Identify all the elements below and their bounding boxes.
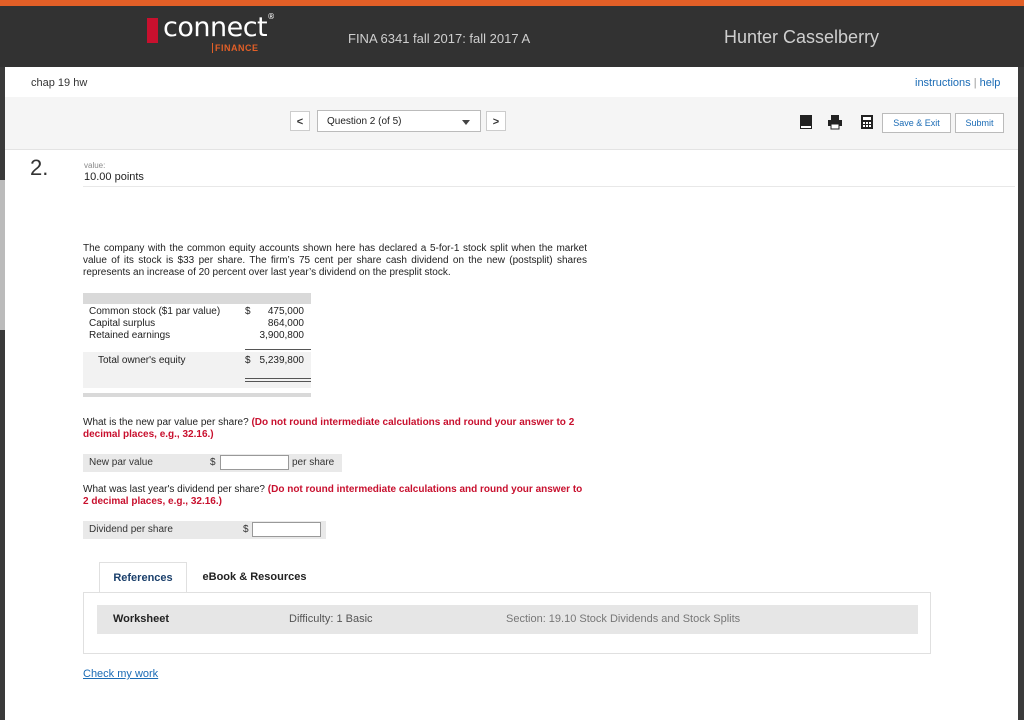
new-par-value-label: New par value [89,457,153,468]
question-points: 10.00 points [84,171,144,183]
assignment-title: chap 19 hw [31,77,88,89]
next-question-button[interactable]: > [486,111,506,131]
per-share-unit: per share [292,457,335,468]
part1-question: What is the new par value per share? (Do… [83,417,583,441]
chevron-down-icon [462,120,470,125]
dividend-per-share-label: Dividend per share [89,524,173,535]
connect-finance-label: FINANCE [212,43,259,53]
part1-answer-row: New par value $ per share [83,454,342,472]
print-icon[interactable] [828,114,842,130]
equity-table-header [83,293,311,304]
equity-row-value: 864,000 [267,318,304,329]
calculator-icon[interactable] [860,114,874,130]
prev-question-button[interactable]: < [290,111,310,131]
dividend-per-share-input[interactable] [252,522,321,537]
double-rule-top [245,378,311,379]
question-select[interactable]: Question 2 (of 5) [317,110,481,132]
equity-row-label: Common stock ($1 par value) [89,306,221,317]
section-label: Section: 19.10 Stock Dividends and Stock… [506,613,741,625]
book-icon[interactable] [799,114,813,130]
equity-total-label: Total owner's equity [98,355,186,366]
double-rule-bottom [245,381,311,382]
connect-logo: connect® [163,12,275,43]
equity-table-footer [83,393,311,397]
equity-row-label: Retained earnings [89,330,171,341]
equity-row-label: Capital surplus [89,318,156,329]
new-par-value-input[interactable] [220,455,289,470]
value-label: value: [84,161,106,170]
check-my-work-link[interactable]: Check my work [83,668,158,680]
part2-question: What was last year's dividend per share?… [83,484,583,508]
question-select-value: Question 2 (of 5) [327,116,402,127]
sum-rule [245,349,311,350]
problem-text: The company with the common equity accou… [83,243,587,278]
question-number: 2. [30,155,49,180]
link-separator: | [973,77,977,89]
equity-total-currency: $ [245,355,251,366]
divider [83,186,1015,187]
course-title: FINA 6341 fall 2017: fall 2017 A [348,31,531,46]
part1-prompt: What is the new par value per share? [83,417,249,428]
equity-row-value: 3,900,800 [259,330,305,341]
right-gutter [1018,67,1024,720]
header-links: instructions | help [915,77,1000,89]
help-link[interactable]: help [980,77,1001,89]
user-name[interactable]: Hunter Casselberry [724,27,879,48]
part2-answer-row: Dividend per share $ [83,521,326,539]
difficulty-label: Difficulty: 1 Basic [289,613,373,625]
mcgraw-hill-logo [147,18,158,43]
equity-total-value: 5,239,800 [259,355,305,366]
tab-references[interactable]: References [99,562,187,593]
part2-prompt: What was last year's dividend per share? [83,484,265,495]
submit-button[interactable]: Submit [955,113,1004,133]
part1-currency: $ [210,457,216,468]
equity-row-value: 475,000 [267,306,304,317]
instructions-link[interactable]: instructions [915,77,971,89]
tab-ebook-resources[interactable]: eBook & Resources [193,562,316,593]
equity-row-currency: $ [245,306,251,317]
part2-currency: $ [243,524,249,535]
worksheet-label[interactable]: Worksheet [113,613,169,625]
save-exit-button[interactable]: Save & Exit [882,113,951,133]
